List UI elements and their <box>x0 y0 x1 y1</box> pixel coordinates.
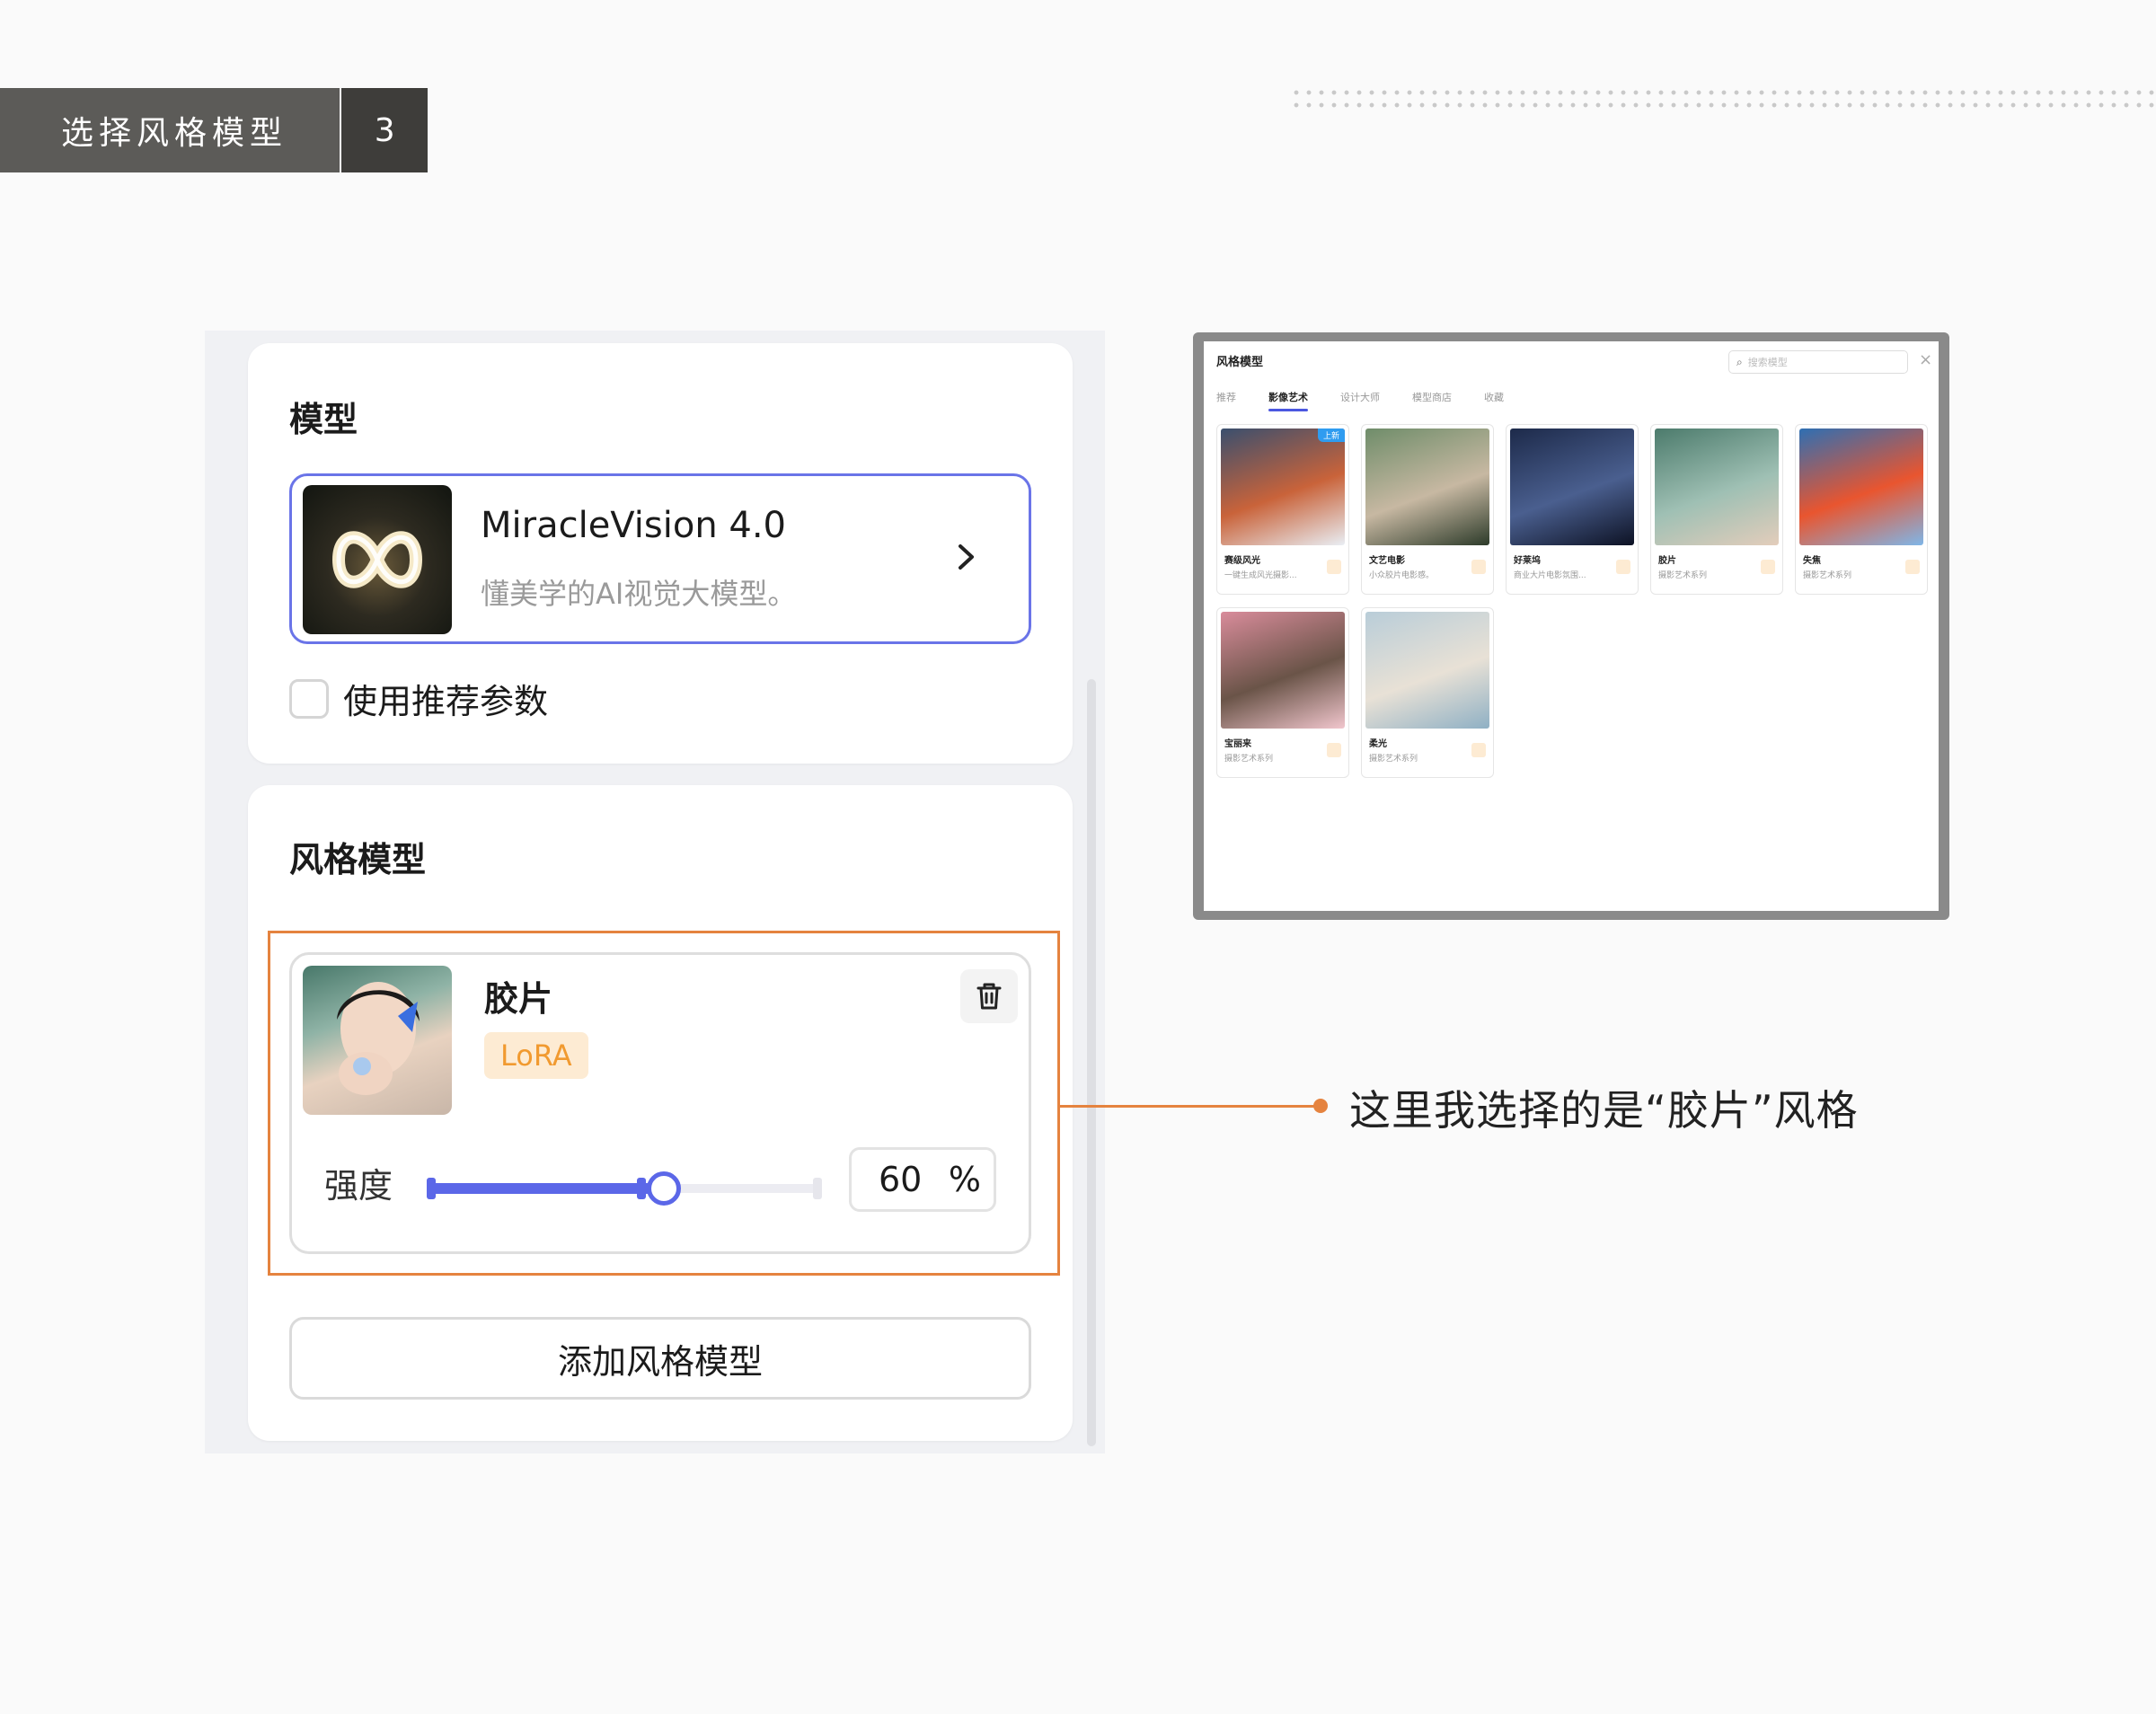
style-model-tile-subtitle: 摄影艺术系列 <box>1803 571 1852 580</box>
style-model-tile[interactable]: 宝丽来 摄影艺术系列 <box>1216 607 1349 778</box>
style-model-dialog-screenshot: 风格模型 ⌕ 搜索模型 × 推荐 影像艺术 设计大师 模型商店 收藏 上新赛级风光一键生… <box>1204 341 1939 911</box>
add-style-model-button[interactable]: 添加风格模型 <box>289 1317 1031 1400</box>
model-card: 模型 MiracleVision 4.0 懂美学的AI视觉大模型。 使用推荐参数 <box>248 343 1073 764</box>
style-model-tile[interactable]: 胶片 摄影艺术系列 <box>1650 424 1783 595</box>
style-model-tile[interactable]: 柔光 摄影艺术系列 <box>1361 607 1494 778</box>
favorite-icon[interactable] <box>1761 560 1775 574</box>
style-model-tile-subtitle: 摄影艺术系列 <box>1369 755 1418 764</box>
chevron-right-icon <box>959 544 974 570</box>
favorite-icon[interactable] <box>1616 560 1630 574</box>
model-logo-icon <box>331 531 423 588</box>
dialog-tab[interactable]: 推荐 <box>1216 390 1236 404</box>
style-model-tile-subtitle: 小众胶片电影感。 <box>1369 571 1435 580</box>
style-model-tile-name: 好莱坞 <box>1514 556 1541 566</box>
style-model-tile-name: 赛级风光 <box>1224 556 1260 566</box>
style-model-tile-image <box>1221 428 1345 545</box>
new-badge: 上新 <box>1317 428 1345 442</box>
style-section-title: 风格模型 <box>289 840 427 879</box>
dialog-search-input[interactable]: ⌕ 搜索模型 <box>1728 350 1908 374</box>
favorite-icon[interactable] <box>1471 560 1486 574</box>
style-model-tile-name: 宝丽来 <box>1224 739 1251 749</box>
style-model-tile-subtitle: 摄影艺术系列 <box>1658 571 1708 580</box>
highlight-box <box>268 931 1060 1276</box>
callout-line <box>1060 1105 1319 1108</box>
dialog-tabs: 推荐 影像艺术 设计大师 模型商店 收藏 <box>1216 390 1504 411</box>
style-model-tile-name: 胶片 <box>1658 556 1676 566</box>
favorite-icon[interactable] <box>1327 560 1341 574</box>
model-name: MiracleVision 4.0 <box>481 505 786 546</box>
favorite-icon[interactable] <box>1327 743 1341 757</box>
dialog-tab[interactable]: 设计大师 <box>1340 390 1380 404</box>
style-model-tile[interactable]: 文艺电影小众胶片电影感。 <box>1361 424 1494 595</box>
search-placeholder: 搜索模型 <box>1747 357 1788 368</box>
callout-dot <box>1313 1099 1328 1113</box>
step-badge: 选择风格模型 3 <box>0 88 428 172</box>
dialog-title: 风格模型 <box>1216 356 1264 369</box>
search-icon: ⌕ <box>1736 355 1743 368</box>
style-model-tile-name: 柔光 <box>1369 739 1387 749</box>
model-description: 懂美学的AI视觉大模型。 <box>481 577 797 611</box>
model-selector[interactable]: MiracleVision 4.0 懂美学的AI视觉大模型。 <box>289 473 1031 644</box>
decorative-dots <box>1290 86 2156 108</box>
use-recommended-row[interactable]: 使用推荐参数 <box>289 674 548 723</box>
style-model-tile-image <box>1221 612 1345 729</box>
style-model-tile-image <box>1365 428 1489 545</box>
dialog-tab[interactable]: 影像艺术 <box>1268 390 1308 411</box>
use-recommended-checkbox[interactable] <box>289 678 329 719</box>
favorite-icon[interactable] <box>1471 743 1486 757</box>
model-thumbnail <box>303 485 452 634</box>
style-model-tile-image <box>1655 428 1779 545</box>
model-section-title: 模型 <box>289 400 358 439</box>
style-model-tile-subtitle: 一键生成风光摄影... <box>1224 571 1297 580</box>
style-model-tile[interactable]: 上新赛级风光一键生成风光摄影... <box>1216 424 1349 595</box>
style-model-tile-subtitle: 商业大片电影氛围... <box>1514 571 1586 580</box>
dialog-tab[interactable]: 收藏 <box>1484 390 1504 404</box>
style-model-tile-name: 失焦 <box>1803 556 1821 566</box>
style-model-tile[interactable]: 失焦 摄影艺术系列 <box>1795 424 1928 595</box>
use-recommended-label: 使用推荐参数 <box>343 682 549 721</box>
step-title: 选择风格模型 <box>0 88 340 172</box>
style-model-grid: 上新 赛级风光 一键生成风光摄影... 文艺电影 小众胶片电影感。 好莱坞 商业大片电影氛围… <box>1216 424 1935 778</box>
callout-text: 这里我选择的是“胶片”风格 <box>1349 1086 1859 1135</box>
panel-scrollbar[interactable] <box>1087 679 1096 1446</box>
step-number: 3 <box>341 88 428 172</box>
dialog-tab[interactable]: 模型商店 <box>1412 390 1452 404</box>
style-model-tile-subtitle: 摄影艺术系列 <box>1224 755 1274 764</box>
style-model-tile[interactable]: 好莱坞商业大片电影氛围... <box>1506 424 1639 595</box>
close-icon[interactable]: × <box>1919 350 1932 369</box>
favorite-icon[interactable] <box>1905 560 1920 574</box>
style-model-tile-image <box>1510 428 1634 545</box>
style-model-tile-image <box>1365 612 1489 729</box>
style-model-tile-name: 文艺电影 <box>1369 556 1405 566</box>
style-model-tile-image <box>1799 428 1923 545</box>
